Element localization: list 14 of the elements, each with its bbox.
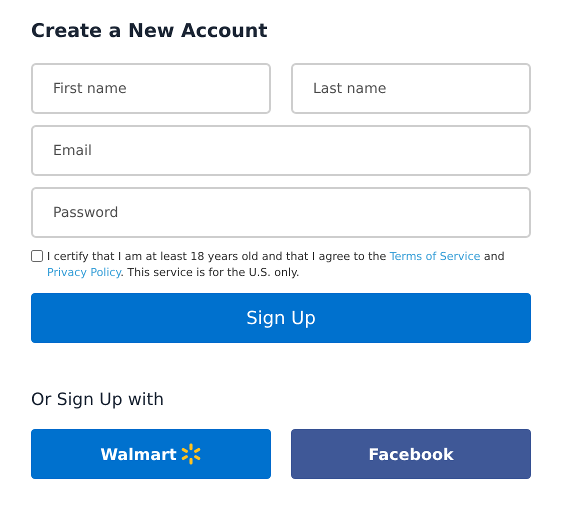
input-field[interactable]: Last name [291,63,531,114]
checkbox[interactable] [31,250,43,262]
input-field[interactable]: Password [31,187,531,238]
sign-up-button[interactable]: Sign Up [31,293,531,343]
input-field[interactable]: First name [31,63,271,114]
walmart-button[interactable]: Walmart [31,429,271,479]
facebook-button[interactable]: Facebook [291,429,531,479]
consent-text: I certify that I am at least 18 years old and that I agree to the Terms of Service and Privacy Policy. This service is for the U.S. only. [47,249,506,281]
form-title: Create a New Account [31,20,268,42]
link[interactable]: Terms of Service [390,250,480,263]
link[interactable]: Privacy Policy [47,266,120,279]
spark-icon [180,443,202,465]
input-field[interactable]: Email [31,125,531,176]
section-heading: Or Sign Up with [31,390,165,410]
